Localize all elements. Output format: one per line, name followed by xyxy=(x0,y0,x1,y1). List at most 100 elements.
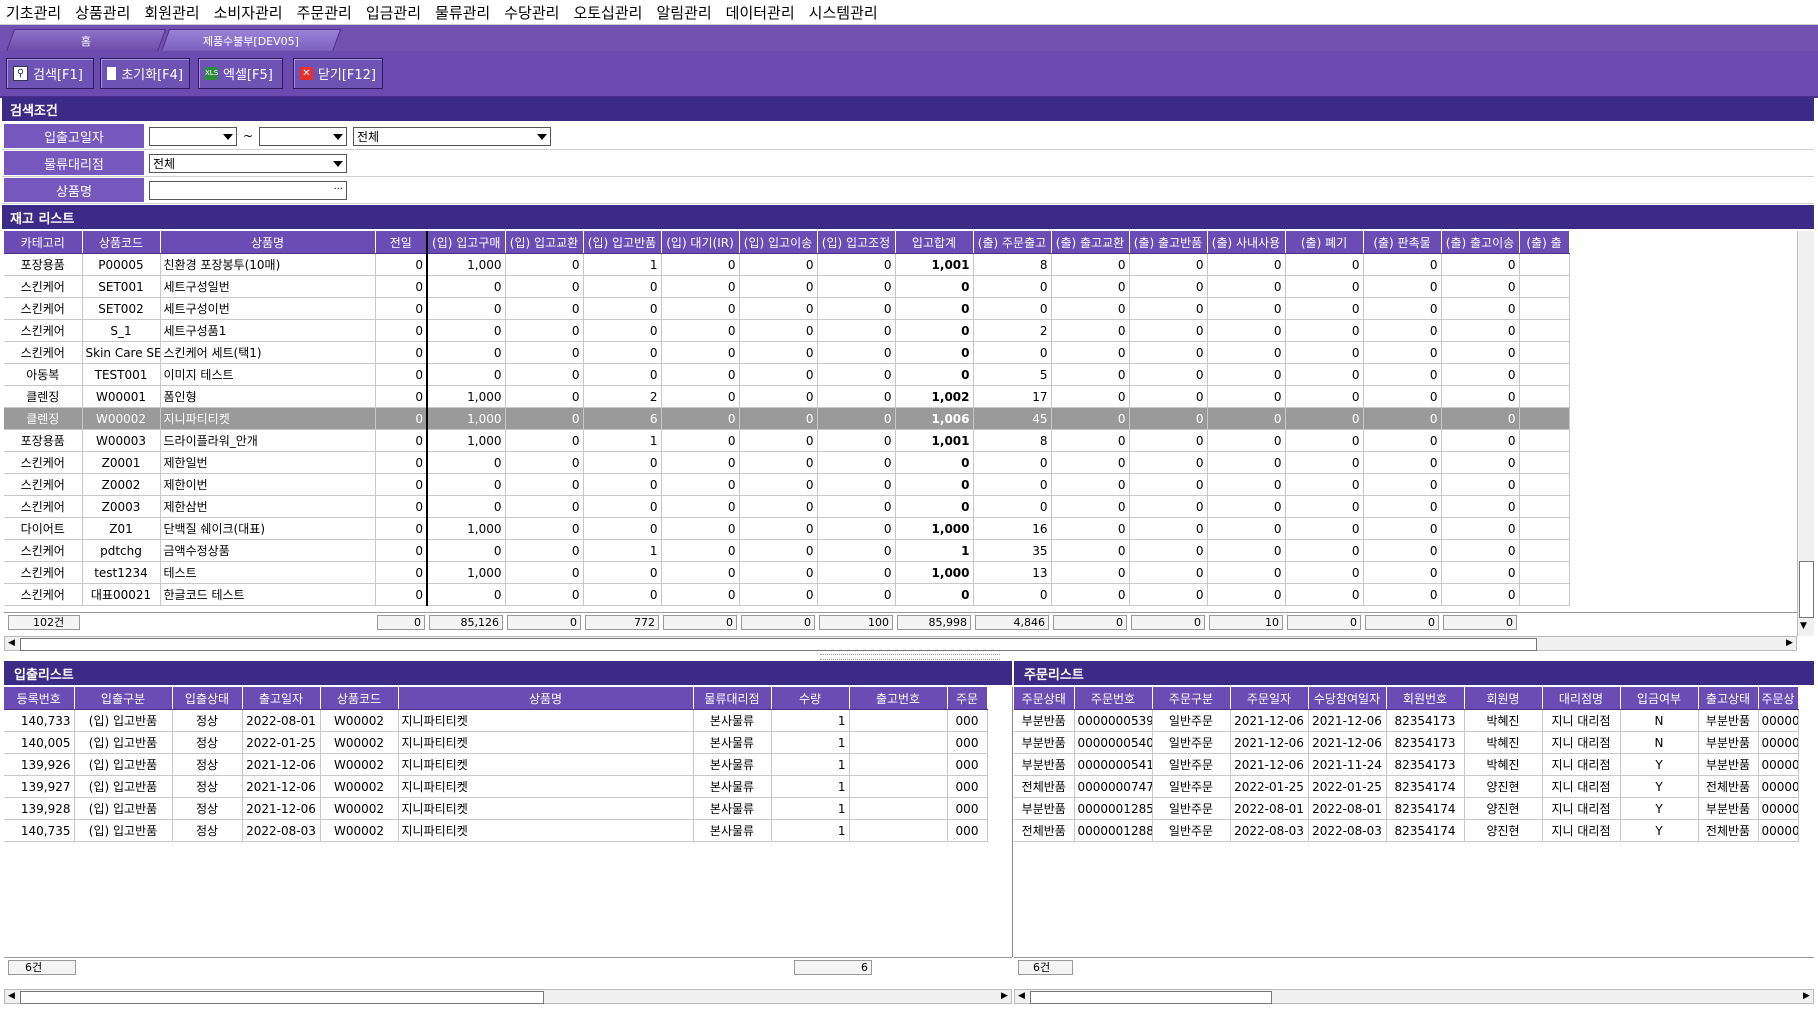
menu-item[interactable]: 기초관리 xyxy=(0,2,69,23)
column-header[interactable]: 물류대리점 xyxy=(693,687,772,710)
scroll-left-icon[interactable]: ◀ xyxy=(1015,990,1028,1003)
table-row[interactable]: 스킨케어 S_1 세트구성품1 0 0 0 0 0 0 0 0 2 0 0 0 0 0 0 xyxy=(4,319,1570,342)
column-header[interactable]: 주문구분 xyxy=(1152,687,1231,710)
column-header[interactable]: 대리점명 xyxy=(1542,687,1621,710)
excel-button[interactable]: XLS 엑셀[F5] xyxy=(198,58,283,89)
table-row[interactable]: 부분반품 0000000539 일반주문 2021-12-06 2021-12-06 82… xyxy=(1014,709,1799,732)
more-icon[interactable]: ··· xyxy=(333,184,343,195)
product-field[interactable]: ··· xyxy=(149,181,347,200)
column-header[interactable]: 출고상태 xyxy=(1698,687,1759,710)
panel-splitter[interactable] xyxy=(820,654,1000,660)
menu-item[interactable]: 데이터관리 xyxy=(720,2,803,23)
column-header[interactable]: 상품명 xyxy=(398,687,694,710)
stock-vertical-scrollbar[interactable]: ▼ xyxy=(1797,231,1814,636)
stock-vscroll-thumb[interactable] xyxy=(1799,561,1814,618)
stock-hscroll-thumb[interactable] xyxy=(20,638,1537,651)
column-header[interactable]: (출) 판촉물 xyxy=(1363,231,1442,254)
column-header[interactable]: (입) 입고반품 xyxy=(583,231,662,254)
date-to-field[interactable] xyxy=(259,127,347,146)
column-header[interactable]: 입출상태 xyxy=(172,687,243,710)
column-header[interactable]: 주문번호 xyxy=(1074,687,1153,710)
orders-hscroll-thumb[interactable] xyxy=(1030,991,1272,1004)
orders-grid[interactable]: 주문상태 주문번호 주문구분 주문일자 수당참여일자 회원번호 회원명 대리점명 입금여부 출고상… xyxy=(1014,687,1814,957)
column-header[interactable]: (출) 사내사용 xyxy=(1207,231,1286,254)
column-header[interactable]: (출) 출고이송 xyxy=(1441,231,1520,254)
table-row[interactable]: 140,735 (입) 입고반품 정상 2022-08-03 W00002 지니파티티켓 본… xyxy=(4,819,988,842)
menu-item[interactable]: 상품관리 xyxy=(69,2,138,23)
tab-current[interactable]: 제품수불부[DEV05] xyxy=(160,29,342,52)
table-row[interactable]: 140,733 (입) 입고반품 정상 2022-08-01 W00002 지니파티티켓 본… xyxy=(4,709,988,732)
table-row[interactable]: 140,005 (입) 입고반품 정상 2022-01-25 W00002 지니파티티켓 본… xyxy=(4,731,988,754)
table-row[interactable]: 부분반품 0000000540 일반주문 2021-12-06 2021-12-06 82… xyxy=(1014,731,1799,754)
column-header[interactable]: 입고합계 xyxy=(895,231,974,254)
menu-item[interactable]: 입금관리 xyxy=(360,2,429,23)
table-row[interactable]: 스킨케어Skin Care SET스킨케어 세트(택1)000000000000… xyxy=(4,341,1570,364)
table-row[interactable]: 139,928 (입) 입고반품 정상 2021-12-06 W00002 지니파티티켓 본… xyxy=(4,797,988,820)
table-row[interactable]: 스킨케어 pdtchg 금액수정상품 0 0 0 1 0 0 0 1 35 0 0 0 0 0 0 xyxy=(4,539,1570,562)
orders-horizontal-scrollbar[interactable]: ◀ ▶ xyxy=(1014,989,1814,1004)
menu-item[interactable]: 회원관리 xyxy=(138,2,207,23)
menu-item[interactable]: 물류관리 xyxy=(429,2,498,23)
menu-item[interactable]: 주문관리 xyxy=(291,2,360,23)
io-type-select[interactable]: 전체 xyxy=(353,127,551,146)
close-button[interactable]: ✕ 닫기[F12] xyxy=(293,58,383,89)
column-header[interactable]: (입) 입고교환 xyxy=(505,231,584,254)
column-header[interactable]: 수당참여일자 xyxy=(1308,687,1387,710)
table-row[interactable]: 부분반품 0000000541 일반주문 2021-12-06 2021-11-24 82… xyxy=(1014,753,1799,776)
scroll-left-icon[interactable]: ◀ xyxy=(5,637,18,650)
column-header[interactable]: 출고번호 xyxy=(849,687,948,710)
table-row[interactable]: 스킨케어 Z0002 제한이번 0 0 0 0 0 0 0 0 0 0 0 0 0 0 0 xyxy=(4,473,1570,496)
table-row[interactable]: 다이어트 Z01 단백질 쉐이크(대표) 0 1,000 0 0 0 0 0 1,000 16 0 0 0 0… xyxy=(4,517,1570,540)
tab-home[interactable]: 홈 xyxy=(5,29,167,52)
column-header[interactable]: 회원번호 xyxy=(1386,687,1465,710)
scroll-down-icon[interactable]: ▼ xyxy=(1800,621,1807,631)
column-header[interactable]: 상품명 xyxy=(160,231,376,254)
table-row[interactable]: 클렌징 W00002 지니파티티켓 0 1,000 0 6 0 0 0 1,006 45 0 0 0 0 0 0 xyxy=(4,407,1570,430)
column-header[interactable]: 주문 xyxy=(947,687,988,710)
column-header[interactable]: 주문일자 xyxy=(1230,687,1309,710)
branch-select[interactable]: 전체 xyxy=(149,154,347,173)
table-row[interactable]: 139,927 (입) 입고반품 정상 2021-12-06 W00002 지니파티티켓 본… xyxy=(4,775,988,798)
menu-item[interactable]: 수당관리 xyxy=(498,2,567,23)
column-header[interactable]: (출) 출 xyxy=(1519,231,1570,254)
scroll-right-icon[interactable]: ▶ xyxy=(1800,990,1813,1003)
column-header[interactable]: (출) 출고반품 xyxy=(1129,231,1208,254)
column-header[interactable]: 회원명 xyxy=(1464,687,1543,710)
column-header[interactable]: 전일 xyxy=(375,231,428,254)
table-row[interactable]: 전체반품 0000001288 일반주문 2022-08-03 2022-08-03 82… xyxy=(1014,819,1799,842)
menu-item[interactable]: 오토십관리 xyxy=(567,2,650,23)
column-header[interactable]: 상품코드 xyxy=(320,687,399,710)
column-header[interactable]: 수량 xyxy=(771,687,850,710)
column-header[interactable]: (출) 주문출고 xyxy=(973,231,1052,254)
table-row[interactable]: 부분반품 0000001285 일반주문 2022-08-01 2022-08-01 82… xyxy=(1014,797,1799,820)
table-row[interactable]: 클렌징 W00001 폼인형 0 1,000 0 2 0 0 0 1,002 17 0 0 0 0 0 0 xyxy=(4,385,1570,408)
table-row[interactable]: 스킨케어 Z0001 제한일번 0 0 0 0 0 0 0 0 0 0 0 0 0 0 0 xyxy=(4,451,1570,474)
table-row[interactable]: 포장용품 W00003 드라이플라워_안개 0 1,000 0 1 0 0 0 1,001 8 0 0 0 0… xyxy=(4,429,1570,452)
stock-horizontal-scrollbar[interactable]: ◀ ▶ xyxy=(4,636,1797,651)
scroll-right-icon[interactable]: ▶ xyxy=(1783,637,1796,650)
column-header[interactable]: (입) 입고조정 xyxy=(817,231,896,254)
stock-grid[interactable]: 카테고리 상품코드 상품명 전일 (입) 입고구매 (입) 입고교환 (입) 입고반품 (입)… xyxy=(4,231,1797,611)
table-row[interactable]: 139,926 (입) 입고반품 정상 2021-12-06 W00002 지니파티티켓 본… xyxy=(4,753,988,776)
table-row[interactable]: 스킨케어 test1234 테스트 0 1,000 0 0 0 0 0 1,000 13 0 0 0 0 0 0 xyxy=(4,561,1570,584)
column-header[interactable]: (출) 출고교환 xyxy=(1051,231,1130,254)
column-header[interactable]: 출고일자 xyxy=(242,687,321,710)
search-button[interactable]: ⚲ 검색[F1] xyxy=(6,58,94,89)
table-row[interactable]: 포장용품 P00005 친환경 포장봉투(10매) 0 1,000 0 1 0 0 0 1,001 8… xyxy=(4,253,1570,276)
column-header[interactable]: (출) 폐기 xyxy=(1285,231,1364,254)
menu-item[interactable]: 알림관리 xyxy=(650,2,719,23)
table-row[interactable]: 스킨케어 SET001 세트구성일번 0 0 0 0 0 0 0 0 0 0 0 0 0 0 0 xyxy=(4,275,1570,298)
reset-button[interactable]: 초기화[F4] xyxy=(100,58,190,89)
scroll-right-icon[interactable]: ▶ xyxy=(998,990,1011,1003)
date-from-field[interactable] xyxy=(149,127,237,146)
table-row[interactable]: 아동복 TEST001 이미지 테스트 0 0 0 0 0 0 0 0 5 0 0 0 0 0 0 xyxy=(4,363,1570,386)
column-header[interactable]: (입) 대기(IR) xyxy=(661,231,740,254)
column-header[interactable]: 등록번호 xyxy=(4,687,75,710)
table-row[interactable]: 전체반품 0000000747 일반주문 2022-01-25 2022-01-25 82… xyxy=(1014,775,1799,798)
column-header[interactable]: 입출구분 xyxy=(74,687,173,710)
column-header[interactable]: 상품코드 xyxy=(82,231,161,254)
table-row[interactable]: 스킨케어 대표00021 한글코드 테스트 0 0 0 0 0 0 0 0 0 0 0 0 0 0 0 xyxy=(4,583,1570,606)
column-header[interactable]: (입) 입고구매 xyxy=(427,231,506,254)
menu-item[interactable]: 소비자관리 xyxy=(208,2,291,23)
column-header[interactable]: (입) 입고이송 xyxy=(739,231,818,254)
